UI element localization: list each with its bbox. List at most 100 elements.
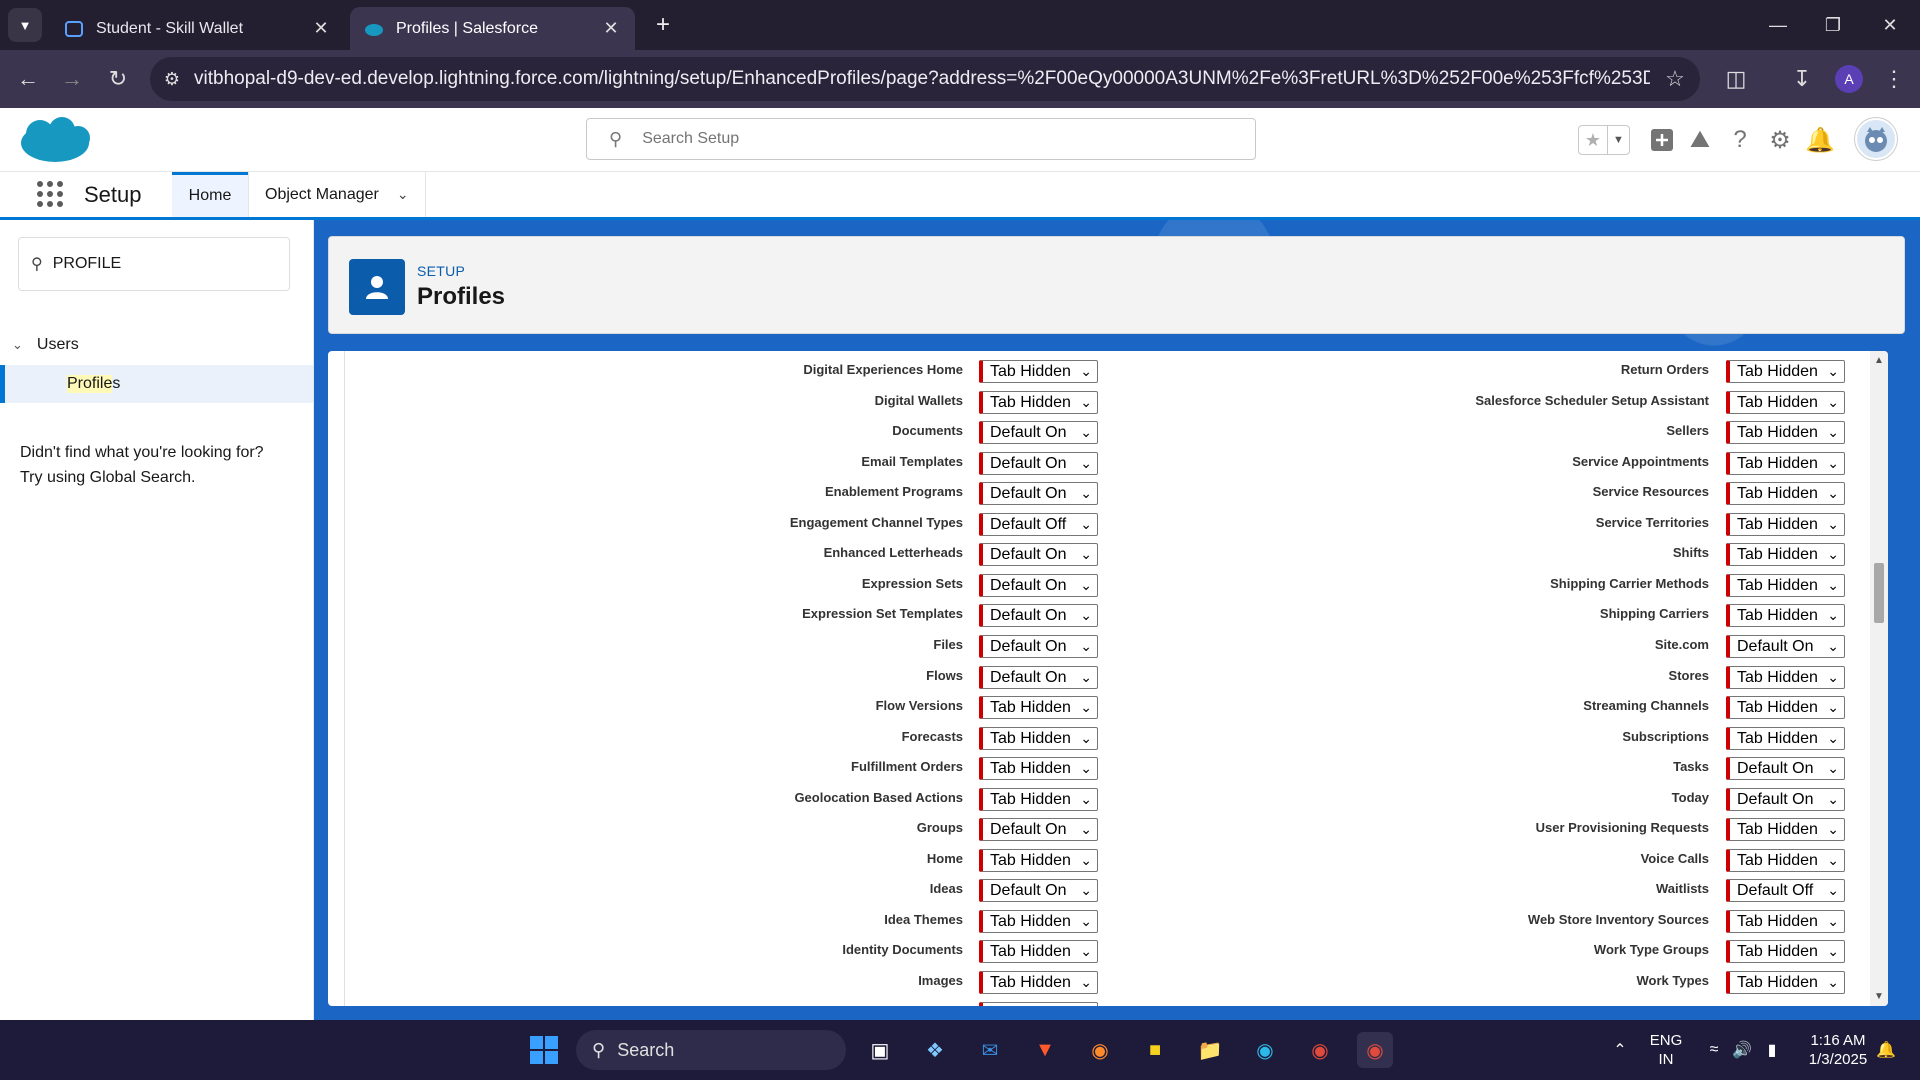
notification-center-icon[interactable]: 🔔 bbox=[1868, 1032, 1904, 1068]
tab-setting-select[interactable]: Tab Hidden ⌄ bbox=[979, 1002, 1098, 1006]
outlook-icon[interactable]: ✉ bbox=[972, 1032, 1008, 1068]
search-setup-input[interactable] bbox=[642, 130, 1255, 148]
tab-setting-select[interactable]: Tab Hidden ⌄ bbox=[1726, 910, 1845, 933]
brave-icon[interactable]: ▼ bbox=[1027, 1032, 1063, 1068]
clock[interactable]: 1:16 AM 1/3/2025 bbox=[1798, 1031, 1878, 1069]
tab-setting-value: Default Off bbox=[1737, 881, 1814, 899]
tab-setting-select[interactable]: Default On ⌄ bbox=[1726, 757, 1845, 780]
salesforce-logo-icon[interactable] bbox=[18, 116, 92, 171]
download-icon[interactable]: ↧ bbox=[1788, 65, 1816, 93]
tab-setting-select[interactable]: Tab Hidden ⌄ bbox=[1726, 849, 1845, 872]
edge-icon[interactable]: ◉ bbox=[1247, 1032, 1283, 1068]
restore-icon[interactable]: ❐ bbox=[1813, 10, 1853, 40]
tab-setting-label: Service Resources bbox=[1592, 484, 1709, 499]
favorite-star-icon[interactable]: ★ bbox=[1579, 126, 1607, 154]
tab-setting-value: Tab Hidden bbox=[1737, 423, 1818, 441]
favorites-button-group[interactable]: ★ ▼ bbox=[1578, 125, 1630, 155]
tab-setting-value: Tab Hidden bbox=[1737, 606, 1818, 624]
language-line-2: IN bbox=[1658, 1051, 1674, 1068]
tab-setting-select[interactable]: Tab Hidden ⌄ bbox=[1726, 513, 1845, 536]
nav-tab-object-manager[interactable]: Object Manager ⌄ bbox=[248, 172, 426, 217]
favorites-dropdown-icon[interactable]: ▼ bbox=[1607, 126, 1629, 154]
minimize-icon[interactable]: — bbox=[1758, 10, 1798, 40]
chevron-down-icon: ⌄ bbox=[1827, 638, 1839, 654]
chevron-down-icon[interactable]: ⌄ bbox=[12, 337, 23, 353]
firefox-icon[interactable]: ◉ bbox=[1082, 1032, 1118, 1068]
close-tab-icon[interactable]: ✕ bbox=[311, 18, 331, 39]
trailhead-icon[interactable]: ⛰ bbox=[1684, 124, 1716, 156]
tree-item-profiles[interactable]: Profile s bbox=[0, 365, 313, 403]
notifications-bell-icon[interactable]: 🔔 bbox=[1804, 124, 1836, 156]
chevron-down-icon: ⌄ bbox=[1827, 485, 1839, 501]
quick-find-box[interactable]: ⚲ bbox=[18, 237, 290, 291]
tab-setting-select[interactable]: Tab Hidden ⌄ bbox=[1726, 574, 1845, 597]
nav-tab-home[interactable]: Home bbox=[172, 172, 248, 217]
close-window-icon[interactable]: ✕ bbox=[1870, 10, 1910, 40]
tree-node-label: Users bbox=[36, 336, 79, 353]
setup-sidebar: ⚲ ⌄ Users Profiles Didn't find what you'… bbox=[0, 220, 314, 1020]
tab-setting-select[interactable]: Tab Hidden ⌄ bbox=[1726, 543, 1845, 566]
tab-setting-select[interactable]: Tab Hidden ⌄ bbox=[1726, 482, 1845, 505]
tab-setting-select[interactable]: Default On ⌄ bbox=[1726, 635, 1845, 658]
tab-search-button[interactable]: ▼ bbox=[8, 8, 42, 42]
skill-wallet-favicon-icon bbox=[64, 19, 84, 39]
scrollbar-thumb[interactable] bbox=[1874, 563, 1884, 623]
close-tab-icon[interactable]: ✕ bbox=[601, 18, 621, 39]
quick-find-input[interactable] bbox=[52, 255, 273, 273]
menu-kebab-icon[interactable]: ⋮ bbox=[1880, 65, 1908, 93]
tab-setting-label: Subscriptions bbox=[1622, 729, 1709, 744]
sticky-notes-icon[interactable]: ■ bbox=[1137, 1032, 1173, 1068]
forward-icon[interactable]: → bbox=[58, 65, 86, 93]
address-bar[interactable]: ⚙ vitbhopal-d9-dev-ed.develop.lightning.… bbox=[150, 57, 1700, 101]
task-view-icon[interactable]: ▣ bbox=[862, 1032, 898, 1068]
tab-setting-value: Tab Hidden bbox=[1737, 973, 1818, 991]
global-actions-plus-icon[interactable] bbox=[1646, 124, 1678, 156]
browser-tab-profiles[interactable]: Profiles | Salesforce ✕ bbox=[350, 7, 635, 50]
tab-setting-label: Work Types bbox=[1636, 973, 1709, 988]
chrome-profile-icon[interactable]: ◉ bbox=[1357, 1032, 1393, 1068]
help-icon[interactable]: ? bbox=[1724, 124, 1756, 156]
setup-gear-icon[interactable]: ⚙ bbox=[1764, 124, 1796, 156]
vertical-scrollbar[interactable]: ▲ ▼ bbox=[1870, 351, 1888, 1006]
tab-setting-select[interactable]: Tab Hidden ⌄ bbox=[1726, 696, 1845, 719]
site-info-icon[interactable]: ⚙ bbox=[150, 57, 194, 101]
tab-setting-select[interactable]: Default Off ⌄ bbox=[1726, 879, 1845, 902]
tab-setting-select[interactable]: Tab Hidden ⌄ bbox=[1726, 727, 1845, 750]
chrome-icon[interactable]: ◉ bbox=[1302, 1032, 1338, 1068]
battery-icon[interactable]: ▮ bbox=[1754, 1032, 1790, 1068]
show-hidden-icons-chevron-icon[interactable]: ⌃ bbox=[1602, 1032, 1638, 1068]
tab-setting-select[interactable]: Tab Hidden ⌄ bbox=[1726, 818, 1845, 841]
tab-setting-select[interactable]: Tab Hidden ⌄ bbox=[1726, 360, 1845, 383]
browser-tab-skill-wallet[interactable]: Student - Skill Wallet ✕ bbox=[50, 7, 345, 50]
taskbar-search[interactable]: ⚲ Search bbox=[576, 1030, 846, 1070]
tab-setting-select[interactable]: Tab Hidden ⌄ bbox=[1726, 421, 1845, 444]
search-setup-box[interactable]: ⚲ bbox=[586, 118, 1256, 160]
windows-start-icon[interactable] bbox=[526, 1032, 562, 1068]
tab-setting-select[interactable]: Default On ⌄ bbox=[1726, 788, 1845, 811]
search-icon: ⚲ bbox=[609, 128, 623, 149]
new-tab-icon[interactable]: + bbox=[650, 10, 676, 40]
scroll-up-icon[interactable]: ▲ bbox=[1874, 355, 1884, 366]
tab-setting-select[interactable]: Tab Hidden ⌄ bbox=[1726, 391, 1845, 414]
browser-profile-avatar[interactable]: A bbox=[1835, 65, 1863, 93]
language-indicator[interactable]: ENG IN bbox=[1648, 1031, 1684, 1069]
user-avatar[interactable] bbox=[1855, 118, 1897, 160]
tree-node-users[interactable]: ⌄ Users bbox=[12, 336, 79, 354]
tab-setting-select[interactable]: Tab Hidden ⌄ bbox=[1726, 604, 1845, 627]
tab-setting-select[interactable]: Tab Hidden ⌄ bbox=[1726, 452, 1845, 475]
tab-setting-select[interactable]: Tab Hidden ⌄ bbox=[1726, 666, 1845, 689]
file-explorer-icon[interactable]: 📁 bbox=[1192, 1032, 1228, 1068]
tab-setting-select[interactable]: Tab Hidden ⌄ bbox=[1726, 971, 1845, 994]
url-text[interactable]: vitbhopal-d9-dev-ed.develop.lightning.fo… bbox=[194, 68, 1650, 90]
extensions-icon[interactable]: ◫ bbox=[1722, 65, 1750, 93]
tab-setting-label: Stores bbox=[1668, 668, 1709, 683]
tab-setting-select[interactable]: Tab Hidden ⌄ bbox=[1726, 940, 1845, 963]
bookmark-star-icon[interactable]: ☆ bbox=[1650, 66, 1700, 92]
reload-icon[interactable]: ↻ bbox=[104, 65, 132, 93]
app-launcher-grid-icon[interactable] bbox=[36, 180, 64, 208]
tab-setting-label-wrapper: Service Appointments bbox=[345, 450, 1709, 474]
scroll-down-icon[interactable]: ▼ bbox=[1874, 991, 1884, 1002]
back-icon[interactable]: ← bbox=[14, 65, 42, 93]
copilot-icon[interactable]: ❖ bbox=[917, 1032, 953, 1068]
chevron-down-icon[interactable]: ⌄ bbox=[397, 186, 409, 203]
